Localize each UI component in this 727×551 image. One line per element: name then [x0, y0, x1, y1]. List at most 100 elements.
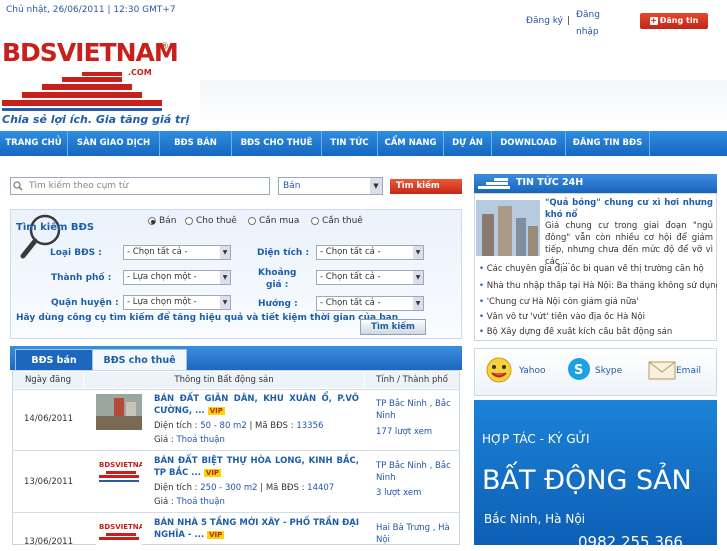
login-link[interactable]: Đăng nhập — [576, 7, 621, 41]
news-featured-image[interactable] — [476, 200, 540, 256]
listing-views: 3 lượt xem — [376, 488, 422, 498]
logo-text[interactable]: BDSVIETNAM — [2, 38, 179, 67]
price-value: Thoả thuận — [176, 435, 225, 445]
radio-want-rent[interactable]: Cần thuê — [311, 216, 363, 226]
chevron-down-icon: ▼ — [370, 178, 382, 194]
direction-label: Hướng : — [258, 299, 298, 309]
ad-phone: 0982.255.366 — [578, 533, 683, 551]
chevron-down-icon: ▼ — [413, 246, 423, 259]
nav-item-for-rent[interactable]: BĐS CHO THUÊ — [232, 131, 322, 156]
email-icon[interactable] — [648, 358, 676, 380]
search-input[interactable]: Tìm kiếm theo cụm từ — [10, 177, 270, 195]
news-item[interactable]: • 'Chung cư Hà Nội còn giảm giá nữa' — [479, 297, 717, 307]
nav-item-for-sale[interactable]: BĐS BÁN — [160, 131, 232, 156]
ad-line-3: Bắc Ninh, Hà Nội — [484, 512, 585, 526]
vip-badge: VIP — [203, 469, 222, 477]
advanced-search-button[interactable]: Tìm kiếm — [360, 319, 426, 335]
chevron-down-icon: ▼ — [220, 246, 230, 259]
skype-label[interactable]: Skype — [595, 366, 622, 376]
column-header-location: Tỉnh / Thành phố — [365, 372, 459, 388]
listing-price: Giá : Thoả thuận — [154, 434, 225, 447]
news-item-title: Bộ Xây dựng đề xuất kích cầu bất động sả… — [486, 327, 673, 337]
price-range-select[interactable]: - Chọn tất cả - ▼ — [316, 270, 424, 285]
listing-thumbnail[interactable] — [96, 394, 142, 430]
listing-thumbnail-logo[interactable]: BDSVIETNAM — [96, 517, 142, 545]
news-stairs-icon — [478, 178, 510, 189]
listing-title[interactable]: BÁN ĐẤT GIÃN DÂN, KHU XUÂN Ổ, P.VÕ CƯỜNG… — [154, 393, 359, 417]
nav-item-news[interactable]: TIN TỨC — [322, 131, 378, 156]
radio-label: Cần thuê — [322, 216, 363, 226]
radio-rent[interactable]: Cho thuê — [185, 216, 237, 226]
nav-item-home[interactable]: TRANG CHỦ — [0, 131, 68, 156]
listing-location[interactable]: TP Bắc Ninh , Bắc Ninh — [376, 460, 456, 484]
news-item[interactable]: • Các chuyên gia địa ốc bi quan về thị t… — [479, 264, 717, 274]
search-hint: Hãy dùng công cụ tìm kiếm để tăng hiệu q… — [16, 313, 399, 323]
tab-for-rent[interactable]: BĐS cho thuê — [92, 349, 187, 370]
search-button[interactable]: Tìm kiếm — [390, 179, 462, 194]
skype-icon[interactable]: S — [566, 356, 592, 382]
price-value: Thoả thuận — [176, 497, 225, 507]
radio-label: Bán — [159, 216, 177, 226]
listing-type-value: Bán — [283, 181, 301, 191]
city-value: - Lựa chọn một - — [127, 272, 197, 282]
nav-item-download[interactable]: DOWNLOAD — [492, 131, 566, 156]
news-item[interactable]: • Vẫn vô tư 'vứt' tiền vào địa ốc Hà Nội — [479, 312, 717, 322]
news-item[interactable]: • Bộ Xây dựng đề xuất kích cầu bất động … — [479, 327, 717, 337]
nav-item-exchange[interactable]: SÀN GIAO DỊCH — [68, 131, 160, 156]
post-listing-button[interactable]: + Đăng tin BĐS — [640, 13, 708, 41]
district-label: Quận huyện : — [51, 298, 119, 308]
city-select[interactable]: - Lựa chọn một - ▼ — [123, 270, 231, 285]
yahoo-icon[interactable] — [483, 356, 515, 384]
price-label: Giá : — [154, 435, 174, 445]
area-label: Diện tích : — [257, 248, 310, 258]
code-label: | Mã BĐS : — [260, 483, 305, 493]
listing-title-text: BÁN ĐẤT BIỆT THỰ HÒA LONG, KINH BẮC, TP … — [154, 456, 359, 478]
chevron-down-icon: ▼ — [220, 296, 230, 309]
area-label: Diện tích : — [154, 421, 198, 431]
listing-location[interactable]: TP Bắc Ninh , Bắc Ninh — [376, 398, 456, 422]
listing-title[interactable]: BÁN ĐẤT BIỆT THỰ HÒA LONG, KINH BẮC, TP … — [154, 455, 359, 479]
property-type-select[interactable]: - Chọn tất cả - ▼ — [123, 245, 231, 260]
svg-text:BDSVIETNAM: BDSVIETNAM — [99, 523, 142, 531]
date-time: Chủ nhật, 26/06/2011 | 12:30 GMT+7 — [6, 5, 176, 15]
listing-price: Giá : Thoả thuận — [154, 496, 225, 509]
direction-value: - Chọn tất cả - — [320, 298, 381, 308]
yahoo-label[interactable]: Yahoo — [519, 366, 546, 376]
price-range-label: Khoảng — [258, 268, 297, 278]
email-label[interactable]: Email — [676, 366, 701, 376]
listing-thumbnail-logo[interactable]: BDSVIETNAM — [96, 455, 142, 491]
radio-want-buy[interactable]: Cần mua — [248, 216, 299, 226]
tab-for-sale[interactable]: BĐS bán — [15, 349, 93, 370]
news-item[interactable]: • Nhà thu nhập thấp tại Hà Nội: Ba tháng… — [479, 281, 717, 291]
district-select[interactable]: - Lựa chọn một - ▼ — [123, 295, 231, 310]
ad-line-2: BẤT ĐỘNG SẢN — [482, 465, 692, 496]
direction-select[interactable]: - Chọn tất cả - ▼ — [316, 296, 424, 311]
logo-stairs-graphic — [2, 72, 162, 111]
listing-type-select[interactable]: Bán ▼ — [278, 177, 383, 195]
nav-item-guide[interactable]: CẨM NANG — [378, 131, 444, 156]
listing-title[interactable]: BÁN NHÀ 5 TẦNG MỚI XÂY - PHỐ TRẦN ĐẠI NG… — [154, 517, 359, 541]
bullet-icon: • — [479, 312, 485, 322]
nav-item-post-listing[interactable]: ĐĂNG TIN BĐS — [566, 131, 650, 156]
radio-label: Cho thuê — [196, 216, 237, 226]
area-value: 50 - 80 m2 — [200, 421, 247, 431]
ad-line-1: HỢP TÁC - KÝ GỬI — [482, 432, 590, 446]
column-header-info: Thông tin Bất động sản — [84, 372, 364, 388]
plus-icon: + — [649, 16, 658, 25]
radio-sell[interactable]: Bán — [148, 216, 176, 226]
header-banner-background — [200, 80, 727, 130]
news-featured-title[interactable]: "Quả bóng" chung cư xì hơi nhưng khó nổ — [545, 197, 713, 221]
listing-location[interactable]: Hai Bà Trưng , Hà Nội — [376, 522, 456, 546]
svg-text:S: S — [574, 363, 583, 378]
nav-item-projects[interactable]: DỰ ÁN — [444, 131, 492, 156]
price-label: Giá : — [154, 497, 174, 507]
news-item-title: Nhà thu nhập thấp tại Hà Nội: Ba tháng k… — [486, 281, 717, 291]
news-item-title: Vẫn vô tư 'vứt' tiền vào địa ốc Hà Nội — [486, 312, 645, 322]
register-link[interactable]: Đăng ký — [526, 16, 563, 26]
bullet-icon: • — [479, 297, 485, 307]
district-value: - Lựa chọn một - — [127, 297, 197, 307]
area-select[interactable]: - Chọn tất cả - ▼ — [316, 245, 424, 260]
radio-label: Cần mua — [259, 216, 300, 226]
bullet-icon: • — [479, 264, 485, 274]
vip-badge: VIP — [207, 407, 225, 415]
